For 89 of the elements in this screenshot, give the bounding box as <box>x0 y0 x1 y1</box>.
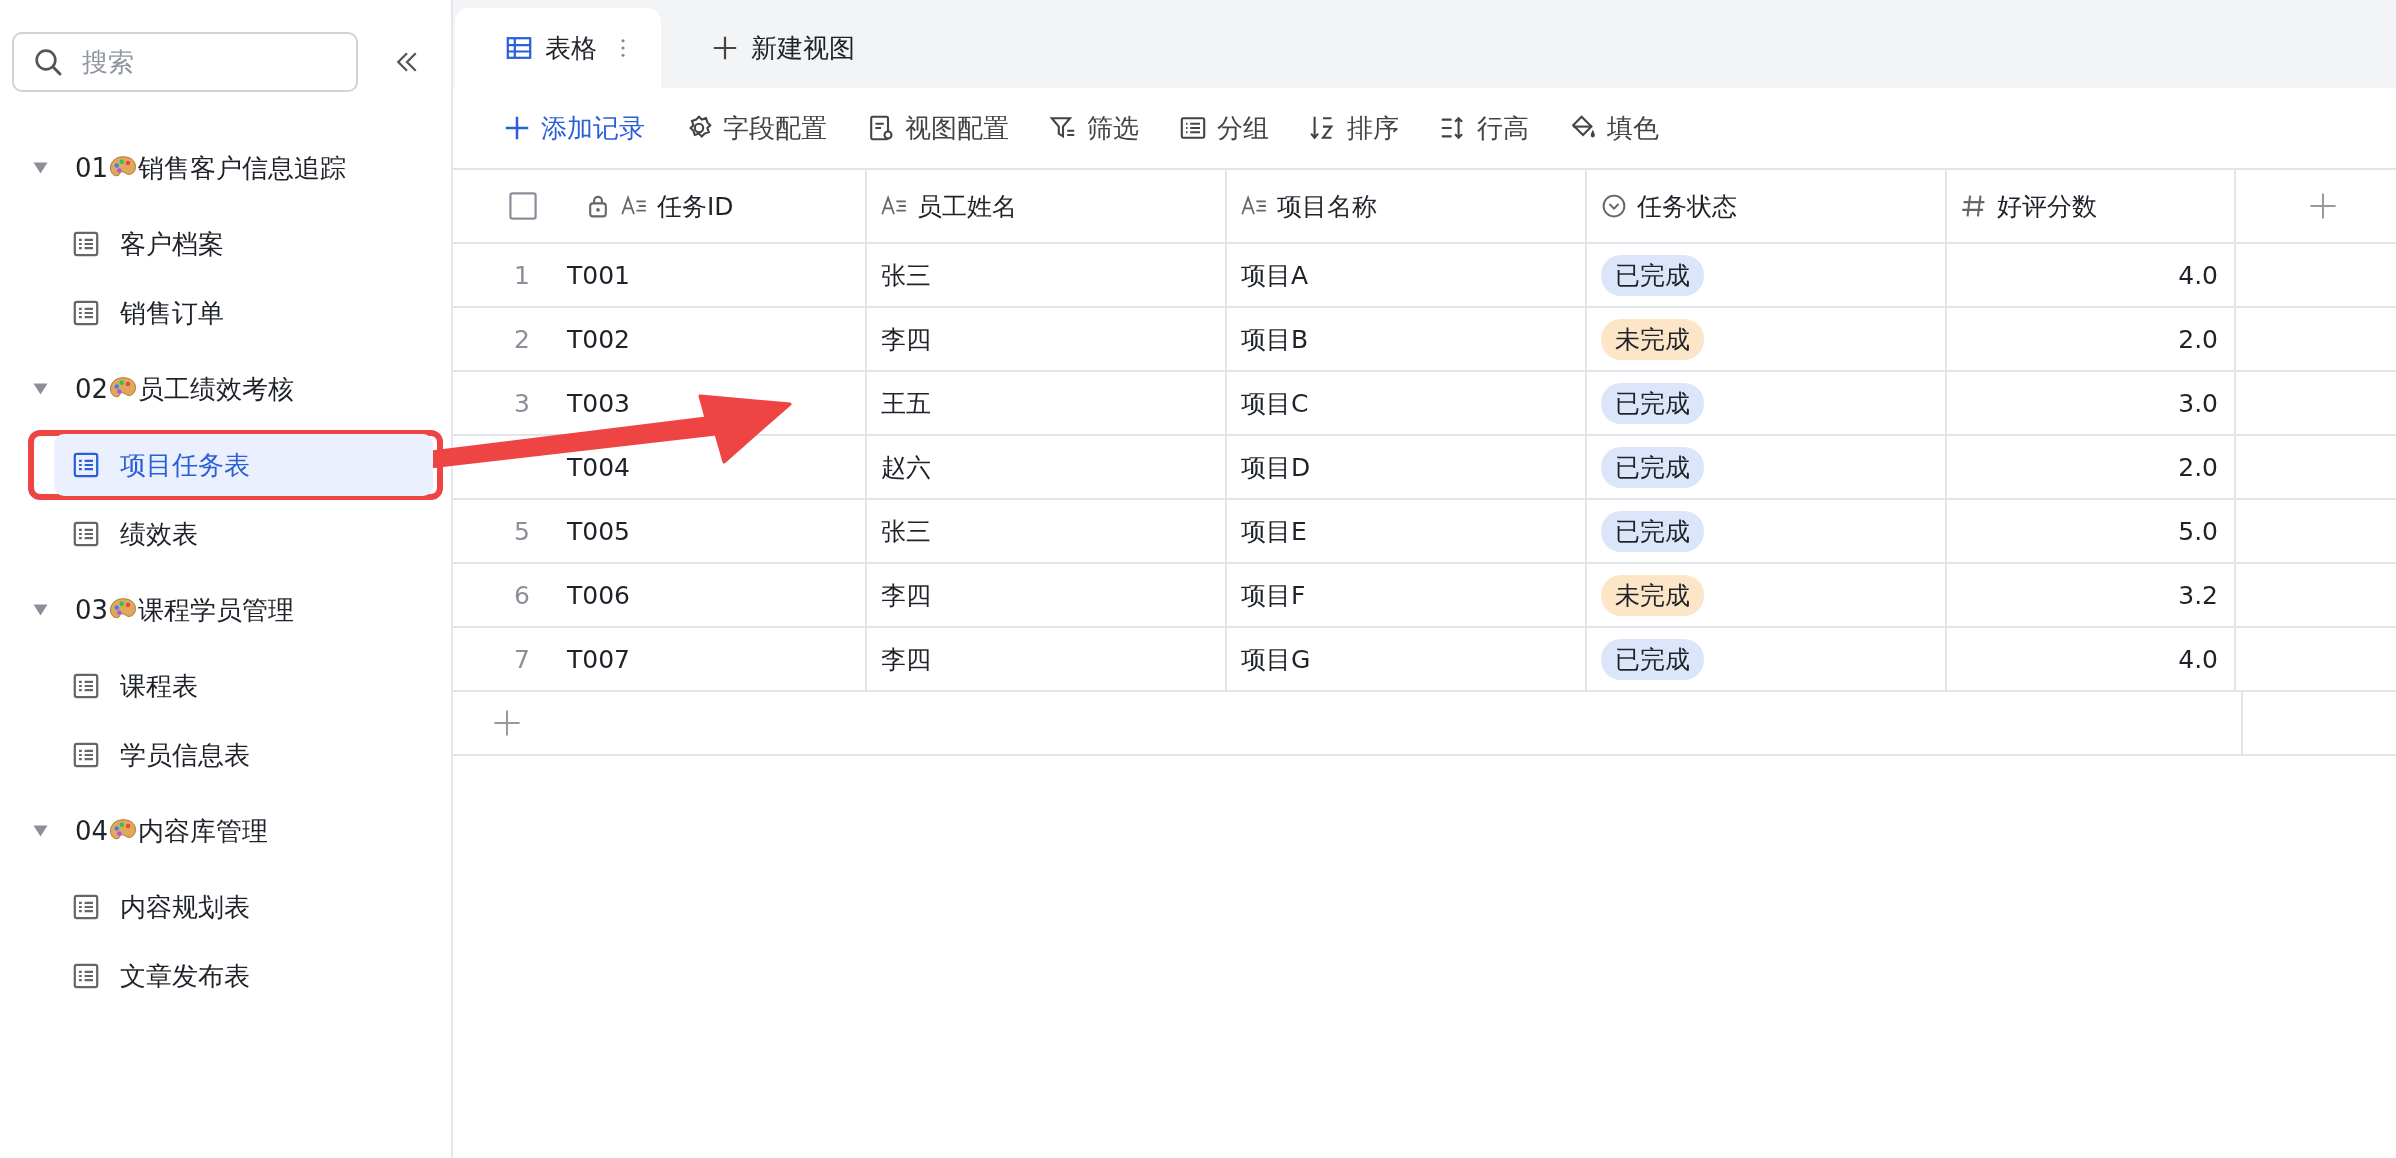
number-field-icon <box>1961 193 1987 219</box>
status-tag: 已完成 <box>1601 446 1704 488</box>
folder-item[interactable]: 04 内容库管理 <box>0 793 451 869</box>
dropdown-field-icon <box>1601 193 1627 219</box>
grid-icon <box>505 34 533 62</box>
toolbar-button[interactable]: 字段配置 <box>685 110 827 146</box>
table-cell-text: 项目F <box>1241 579 1306 612</box>
table-icon <box>72 893 100 921</box>
table-cell: T006 <box>567 580 630 610</box>
table-icon <box>72 962 100 990</box>
plus-icon <box>711 34 739 62</box>
toolbar-button[interactable]: 分组 <box>1179 110 1269 146</box>
row-number: 7 <box>514 644 530 674</box>
table-cell-text: 项目A <box>1241 259 1309 292</box>
status-tag: 已完成 <box>1601 510 1704 552</box>
table-cell: 3.2 <box>2178 580 2218 610</box>
sidebar-item[interactable]: 内容规划表 <box>54 876 433 938</box>
table-cell: T004 <box>567 452 630 482</box>
toolbar-button[interactable]: 填色 <box>1569 110 1659 146</box>
table-cell-text: 李四 <box>881 643 931 676</box>
add-row-icon[interactable] <box>493 709 521 737</box>
row-number: 1 <box>514 260 530 290</box>
status-tag: 未完成 <box>1601 574 1704 616</box>
view-tab[interactable]: 表格 <box>455 8 661 88</box>
toolbar-button[interactable]: 添加记录 <box>503 110 645 146</box>
table-icon <box>72 451 100 479</box>
table-icon <box>72 299 100 327</box>
table-cell-text: 李四 <box>881 323 931 356</box>
sidebar-item[interactable]: 销售订单 <box>54 282 433 344</box>
table-icon <box>72 741 100 769</box>
row-number: 2 <box>514 324 530 354</box>
column-header[interactable]: 任务ID <box>453 170 867 242</box>
table-cell: 4.0 <box>2178 260 2218 290</box>
toolbar-button[interactable]: 排序 <box>1309 110 1399 146</box>
status-tag: 已完成 <box>1601 638 1704 680</box>
sidebar-item[interactable]: 项目任务表 <box>54 434 433 496</box>
document-gear-icon <box>867 114 895 142</box>
sidebar-item[interactable]: 绩效表 <box>54 503 433 565</box>
row-number: 3 <box>514 388 530 418</box>
toolbar-button[interactable]: 行高 <box>1439 110 1529 146</box>
table-cell: 4.0 <box>2178 644 2218 674</box>
table-cell-text: 项目E <box>1241 515 1307 548</box>
status-tag: 未完成 <box>1601 318 1704 360</box>
table-cell-text: 李四 <box>881 579 931 612</box>
table-cell: T002 <box>567 324 630 354</box>
search-icon <box>32 46 64 78</box>
toolbar-button[interactable]: 筛选 <box>1049 110 1139 146</box>
view-tab[interactable]: 新建视图 <box>661 8 893 88</box>
table-cell: 5.0 <box>2178 516 2218 546</box>
status-tag: 已完成 <box>1601 254 1704 296</box>
sidebar-item[interactable]: 文章发布表 <box>54 945 433 1007</box>
table-icon <box>72 230 100 258</box>
more-icon[interactable] <box>619 36 627 60</box>
checkbox[interactable] <box>509 192 537 220</box>
row-number: 6 <box>514 580 530 610</box>
folder-item[interactable]: 01 销售客户信息追踪 <box>0 130 451 206</box>
table-cell-text: 项目D <box>1241 451 1311 484</box>
table-cell: T003 <box>567 388 630 418</box>
column-header[interactable]: 好评分数 <box>1947 170 2236 242</box>
column-header[interactable]: 员工姓名 <box>867 170 1227 242</box>
status-tag: 已完成 <box>1601 382 1704 424</box>
table-cell: T007 <box>567 644 630 674</box>
column-header[interactable]: 项目名称 <box>1227 170 1587 242</box>
table-cell: T001 <box>567 260 630 290</box>
add-column-icon[interactable] <box>2309 192 2337 220</box>
table-icon <box>72 672 100 700</box>
sidebar-item[interactable]: 学员信息表 <box>54 724 433 786</box>
sidebar-item[interactable]: 课程表 <box>54 655 433 717</box>
search-field[interactable]: 搜索 <box>12 32 358 92</box>
toolbar-button[interactable]: 视图配置 <box>867 110 1009 146</box>
table-cell-text: 王五 <box>881 387 931 420</box>
table-cell-text: 赵六 <box>881 451 931 484</box>
table-cell: T005 <box>567 516 630 546</box>
table-cell-text: 项目G <box>1241 643 1311 676</box>
plus-icon <box>503 114 531 142</box>
table-cell-text: 张三 <box>881 515 931 548</box>
table-cell: 2.0 <box>2178 452 2218 482</box>
sidebar-item[interactable]: 客户档案 <box>54 213 433 275</box>
table-cell: 3.0 <box>2178 388 2218 418</box>
table-cell-text: 项目B <box>1241 323 1309 356</box>
list-icon <box>1179 114 1207 142</box>
folder-item[interactable]: 02 员工绩效考核 <box>0 351 451 427</box>
row-number: 5 <box>514 516 530 546</box>
table-cell-text: 张三 <box>881 259 931 292</box>
table-cell: 2.0 <box>2178 324 2218 354</box>
column-header[interactable]: 任务状态 <box>1587 170 1947 242</box>
table-icon <box>72 520 100 548</box>
folder-item[interactable]: 03 课程学员管理 <box>0 572 451 648</box>
table-cell-text: 项目C <box>1241 387 1309 420</box>
